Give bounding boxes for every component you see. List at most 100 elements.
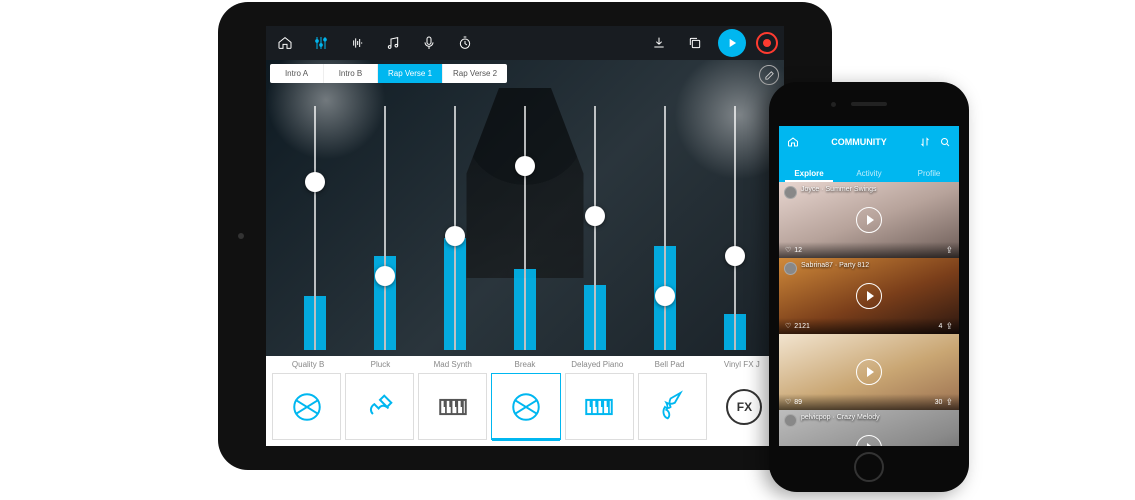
fader-knob[interactable] bbox=[445, 226, 465, 246]
mixer-channel bbox=[280, 106, 350, 350]
keys-icon bbox=[582, 390, 616, 424]
like-count: 2121 bbox=[794, 323, 810, 330]
home-icon[interactable] bbox=[272, 30, 298, 56]
search-icon[interactable] bbox=[939, 136, 951, 148]
mixer-channels bbox=[280, 106, 770, 350]
heart-icon[interactable]: ♡ bbox=[785, 246, 791, 254]
timer-icon[interactable] bbox=[452, 30, 478, 56]
header-title: COMMUNITY bbox=[807, 137, 911, 147]
phone-device: COMMUNITY ExploreActivityProfile Joyce ·… bbox=[769, 82, 969, 492]
play-overlay-icon[interactable] bbox=[856, 283, 882, 309]
fx-button[interactable]: FX bbox=[711, 373, 778, 440]
instrument-button[interactable] bbox=[272, 373, 341, 440]
instrument-button[interactable] bbox=[565, 373, 634, 440]
like-count: 12 bbox=[794, 247, 802, 254]
duplicate-icon[interactable] bbox=[682, 30, 708, 56]
mic-icon[interactable] bbox=[416, 30, 442, 56]
fader-knob[interactable] bbox=[375, 266, 395, 286]
avatar[interactable] bbox=[784, 262, 797, 275]
feed-title: Sabrina87 · Party 812 bbox=[801, 262, 869, 269]
share-icon[interactable]: ⇪ bbox=[945, 321, 953, 332]
section-tab[interactable]: Rap Verse 2 bbox=[443, 64, 507, 83]
tablet-device: Intro AIntro BRap Verse 1Rap Verse 2 Qua… bbox=[218, 2, 832, 470]
feed-stats: ♡89 30⇪ bbox=[779, 394, 959, 410]
instrument-button[interactable] bbox=[418, 373, 487, 440]
share-icon[interactable]: ⇪ bbox=[945, 245, 953, 256]
section-tab[interactable]: Intro A bbox=[270, 64, 324, 83]
instrument-label: Delayed Piano bbox=[561, 360, 633, 369]
community-tab[interactable]: Activity bbox=[839, 169, 899, 182]
instrument-label: Break bbox=[489, 360, 561, 369]
home-icon[interactable] bbox=[787, 136, 799, 148]
record-button[interactable] bbox=[756, 32, 778, 54]
comment-count: 30 bbox=[935, 399, 943, 406]
drum-icon bbox=[509, 390, 543, 424]
drum-icon bbox=[290, 390, 324, 424]
mixer-channel bbox=[630, 106, 700, 350]
avatar[interactable] bbox=[784, 186, 797, 199]
community-tabs: ExploreActivityProfile bbox=[779, 158, 959, 182]
fader-knob[interactable] bbox=[725, 246, 745, 266]
share-icon[interactable]: ⇪ bbox=[945, 397, 953, 408]
feed-stats: ♡12 ⇪ bbox=[779, 242, 959, 258]
instrument-strip: Quality BPluckMad SynthBreakDelayed Pian… bbox=[266, 356, 784, 446]
section-tab[interactable]: Rap Verse 1 bbox=[378, 64, 443, 83]
guitar-icon bbox=[363, 390, 397, 424]
instrument-label: Vinyl FX J bbox=[706, 360, 778, 369]
mixer-channel bbox=[700, 106, 770, 350]
play-overlay-icon[interactable] bbox=[856, 359, 882, 385]
tablet-camera bbox=[238, 233, 244, 239]
fader-knob[interactable] bbox=[515, 156, 535, 176]
fader-knob[interactable] bbox=[655, 286, 675, 306]
community-tab[interactable]: Profile bbox=[899, 169, 959, 182]
mixer-stage: Intro AIntro BRap Verse 1Rap Verse 2 bbox=[266, 60, 784, 356]
heart-icon[interactable]: ♡ bbox=[785, 398, 791, 406]
phone-camera bbox=[831, 102, 836, 107]
phone-header: COMMUNITY bbox=[779, 126, 959, 158]
level-meter bbox=[514, 269, 536, 350]
comment-count: 4 bbox=[939, 323, 943, 330]
fader-knob[interactable] bbox=[305, 172, 325, 192]
instrument-label: Pluck bbox=[344, 360, 416, 369]
instrument-button[interactable] bbox=[345, 373, 414, 440]
feed-item[interactable]: Sabrina87 · Party 812 ♡2121 4⇪ bbox=[779, 258, 959, 334]
heart-icon[interactable]: ♡ bbox=[785, 322, 791, 330]
download-icon[interactable] bbox=[646, 30, 672, 56]
sort-icon[interactable] bbox=[919, 136, 931, 148]
community-tab[interactable]: Explore bbox=[779, 169, 839, 182]
feed-title: pelvicpop · Crazy Melody bbox=[801, 414, 880, 421]
instrument-button[interactable] bbox=[491, 373, 560, 440]
community-feed: Joyce · Summer Swings♡12⇪Sabrina87 · Par… bbox=[779, 182, 959, 446]
mixer-channel bbox=[420, 106, 490, 350]
section-tab[interactable]: Intro B bbox=[324, 64, 378, 83]
level-meter bbox=[724, 314, 746, 350]
phone-speaker bbox=[851, 102, 887, 106]
feed-stats: ♡2121 4⇪ bbox=[779, 318, 959, 334]
instrument-label: Bell Pad bbox=[633, 360, 705, 369]
edit-sections-button[interactable] bbox=[759, 65, 779, 85]
feed-item[interactable]: Joyce · Summer Swings ♡12 ⇪ bbox=[779, 182, 959, 258]
mixer-channel bbox=[350, 106, 420, 350]
level-meter bbox=[304, 296, 326, 350]
music-app: Intro AIntro BRap Verse 1Rap Verse 2 Qua… bbox=[266, 26, 784, 446]
feed-item[interactable]: pelvicpop · Crazy Melody bbox=[779, 410, 959, 446]
level-meter bbox=[584, 285, 606, 350]
phone-home-button[interactable] bbox=[854, 452, 884, 482]
instrument-button[interactable] bbox=[638, 373, 707, 440]
avatar[interactable] bbox=[784, 414, 797, 427]
feed-item[interactable]: ♡89 30⇪ bbox=[779, 334, 959, 410]
like-count: 89 bbox=[794, 399, 802, 406]
play-overlay-icon[interactable] bbox=[856, 207, 882, 233]
fader-knob[interactable] bbox=[585, 206, 605, 226]
level-meter bbox=[444, 238, 466, 350]
violin-icon bbox=[655, 390, 689, 424]
mixer-channel bbox=[490, 106, 560, 350]
waveform-icon[interactable] bbox=[344, 30, 370, 56]
music-note-icon[interactable] bbox=[380, 30, 406, 56]
community-app: COMMUNITY ExploreActivityProfile Joyce ·… bbox=[779, 126, 959, 446]
play-button[interactable] bbox=[718, 29, 746, 57]
feed-title: Joyce · Summer Swings bbox=[801, 186, 876, 193]
mixer-icon[interactable] bbox=[308, 30, 334, 56]
instrument-label: Mad Synth bbox=[417, 360, 489, 369]
mixer-channel bbox=[560, 106, 630, 350]
